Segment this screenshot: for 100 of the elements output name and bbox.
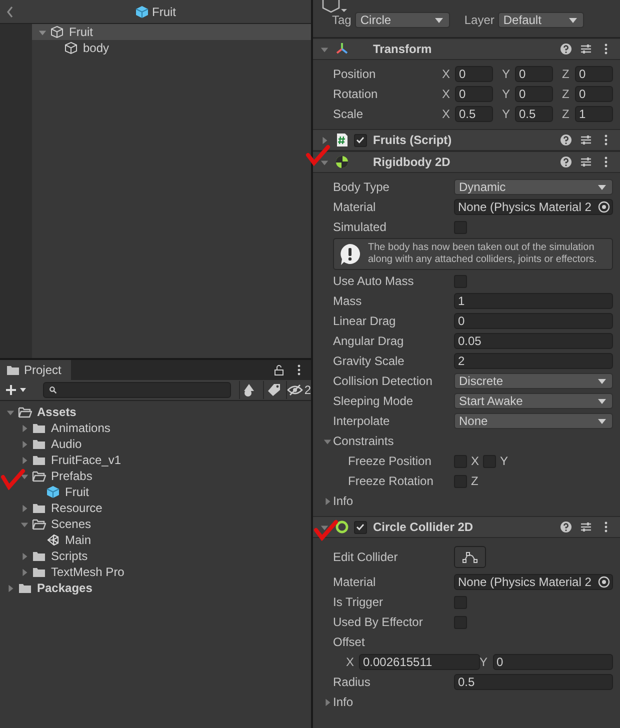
- number-field[interactable]: 0: [515, 86, 553, 102]
- component-header[interactable]: Transform: [313, 38, 620, 60]
- enable-checkbox[interactable]: [354, 134, 366, 146]
- axis-label: X: [442, 67, 452, 81]
- component-header[interactable]: Rigidbody 2D: [313, 151, 620, 173]
- folder-icon: [32, 421, 46, 435]
- shapes-icon: [242, 383, 257, 397]
- asset-item[interactable]: Scenes: [0, 516, 311, 532]
- lock-icon[interactable]: [273, 364, 285, 376]
- hierarchy-item[interactable]: body: [32, 40, 311, 56]
- settings-icon[interactable]: [580, 156, 592, 168]
- settings-icon[interactable]: [580, 521, 592, 533]
- edit-collider-button[interactable]: [454, 546, 486, 568]
- expand-arrow-icon[interactable]: [322, 698, 332, 706]
- asset-item[interactable]: Animations: [0, 420, 311, 436]
- number-field[interactable]: 0: [455, 86, 493, 102]
- asset-item[interactable]: Packages: [0, 580, 311, 596]
- object-field[interactable]: None (Physics Material 2: [454, 199, 613, 215]
- tag-icon: [266, 383, 280, 397]
- axis-label: Y: [500, 454, 508, 468]
- expand-arrow-icon[interactable]: [320, 44, 328, 54]
- asset-name: Resource: [51, 501, 102, 515]
- foldout-label[interactable]: Info: [333, 695, 354, 709]
- asset-item[interactable]: FruitFace_v1: [0, 452, 311, 468]
- axis-label: Y: [502, 87, 512, 101]
- number-field[interactable]: 2: [454, 353, 613, 369]
- number-field[interactable]: 0.5: [455, 106, 493, 122]
- number-field[interactable]: 0.05: [454, 333, 613, 349]
- asset-item[interactable]: Fruit: [0, 484, 311, 500]
- number-field[interactable]: 0.5: [515, 106, 553, 122]
- number-field[interactable]: 0.5: [454, 674, 613, 690]
- check-mark-icon: [305, 144, 331, 166]
- expand-arrow-icon[interactable]: [322, 496, 332, 506]
- hidden-packages-button[interactable]: 2: [286, 381, 311, 399]
- asset-item[interactable]: Assets: [0, 404, 311, 420]
- number-field[interactable]: 0: [492, 654, 613, 670]
- expand-arrow-icon[interactable]: [320, 136, 328, 144]
- axis-label: X: [471, 454, 480, 468]
- dropdown[interactable]: Start Awake: [454, 393, 613, 409]
- search-field[interactable]: [42, 382, 232, 398]
- number-field[interactable]: 0: [454, 313, 613, 329]
- enable-checkbox[interactable]: [354, 520, 366, 534]
- hierarchy-item[interactable]: Fruit: [32, 24, 311, 40]
- object-picker-icon[interactable]: [598, 576, 610, 588]
- number-field[interactable]: 0: [515, 66, 553, 82]
- number-field[interactable]: 1: [575, 106, 613, 122]
- project-tab[interactable]: Project: [0, 360, 72, 380]
- back-icon[interactable]: [6, 6, 14, 18]
- dropdown[interactable]: Discrete: [454, 373, 613, 389]
- open-folder-icon: [32, 469, 46, 483]
- field-label: Use Auto Mass: [333, 274, 415, 288]
- asset-name: Scenes: [51, 517, 92, 531]
- component-header[interactable]: Fruits (Script): [313, 129, 620, 151]
- settings-icon[interactable]: [580, 134, 592, 146]
- folder-icon: [32, 565, 46, 579]
- object-picker-icon[interactable]: [598, 201, 610, 213]
- field-label: Collision Detection: [333, 374, 434, 388]
- expand-arrow-icon[interactable]: [322, 436, 332, 446]
- help-icon[interactable]: [560, 43, 572, 55]
- field-label: Mass: [333, 294, 363, 308]
- number-field[interactable]: 0: [575, 66, 613, 82]
- field-label: Freeze Rotation: [347, 474, 434, 488]
- scene-icon: [46, 533, 60, 547]
- asset-item[interactable]: Main: [0, 532, 311, 548]
- folder-icon: [32, 549, 46, 563]
- asset-item[interactable]: Prefabs: [0, 468, 311, 484]
- asset-name: Assets: [37, 405, 76, 419]
- asset-item[interactable]: Resource: [0, 500, 311, 516]
- axis-label: Z: [471, 474, 478, 488]
- help-icon[interactable]: [560, 521, 572, 533]
- help-icon[interactable]: [560, 134, 572, 146]
- layer-dropdown[interactable]: Default: [498, 12, 584, 28]
- help-icon[interactable]: [560, 156, 572, 168]
- expand-arrow-icon[interactable]: [320, 522, 328, 532]
- layer-label: Layer: [464, 13, 494, 27]
- field-label: Material: [333, 575, 377, 589]
- search-icon: [48, 386, 57, 394]
- component-title: Fruits (Script): [373, 133, 452, 147]
- expand-arrow-icon[interactable]: [38, 28, 46, 36]
- asset-item[interactable]: Audio: [0, 436, 311, 452]
- object-name: body: [83, 41, 110, 55]
- dropdown[interactable]: None: [454, 413, 613, 429]
- foldout-label[interactable]: Constraints: [333, 434, 394, 448]
- field-label: Position: [333, 67, 377, 81]
- axes-icon: [335, 42, 349, 56]
- object-field[interactable]: None (Physics Material 2: [454, 574, 613, 590]
- number-field[interactable]: 1: [454, 293, 613, 309]
- field-label: Interpolate: [333, 414, 391, 428]
- number-field[interactable]: 0.002615511: [359, 654, 480, 670]
- settings-icon[interactable]: [580, 43, 592, 55]
- dropdown[interactable]: Dynamic: [454, 179, 613, 195]
- asset-item[interactable]: TextMesh Pro: [0, 564, 311, 580]
- foldout-label[interactable]: Info: [333, 494, 354, 508]
- asset-item[interactable]: Scripts: [0, 548, 311, 564]
- tag-dropdown[interactable]: Circle: [355, 12, 450, 28]
- component-header[interactable]: Circle Collider 2D: [313, 516, 620, 538]
- expand-arrow-icon[interactable]: [320, 158, 328, 166]
- number-field[interactable]: 0: [575, 86, 613, 102]
- number-field[interactable]: 0: [455, 66, 493, 82]
- hidden-eye-icon: [287, 384, 304, 396]
